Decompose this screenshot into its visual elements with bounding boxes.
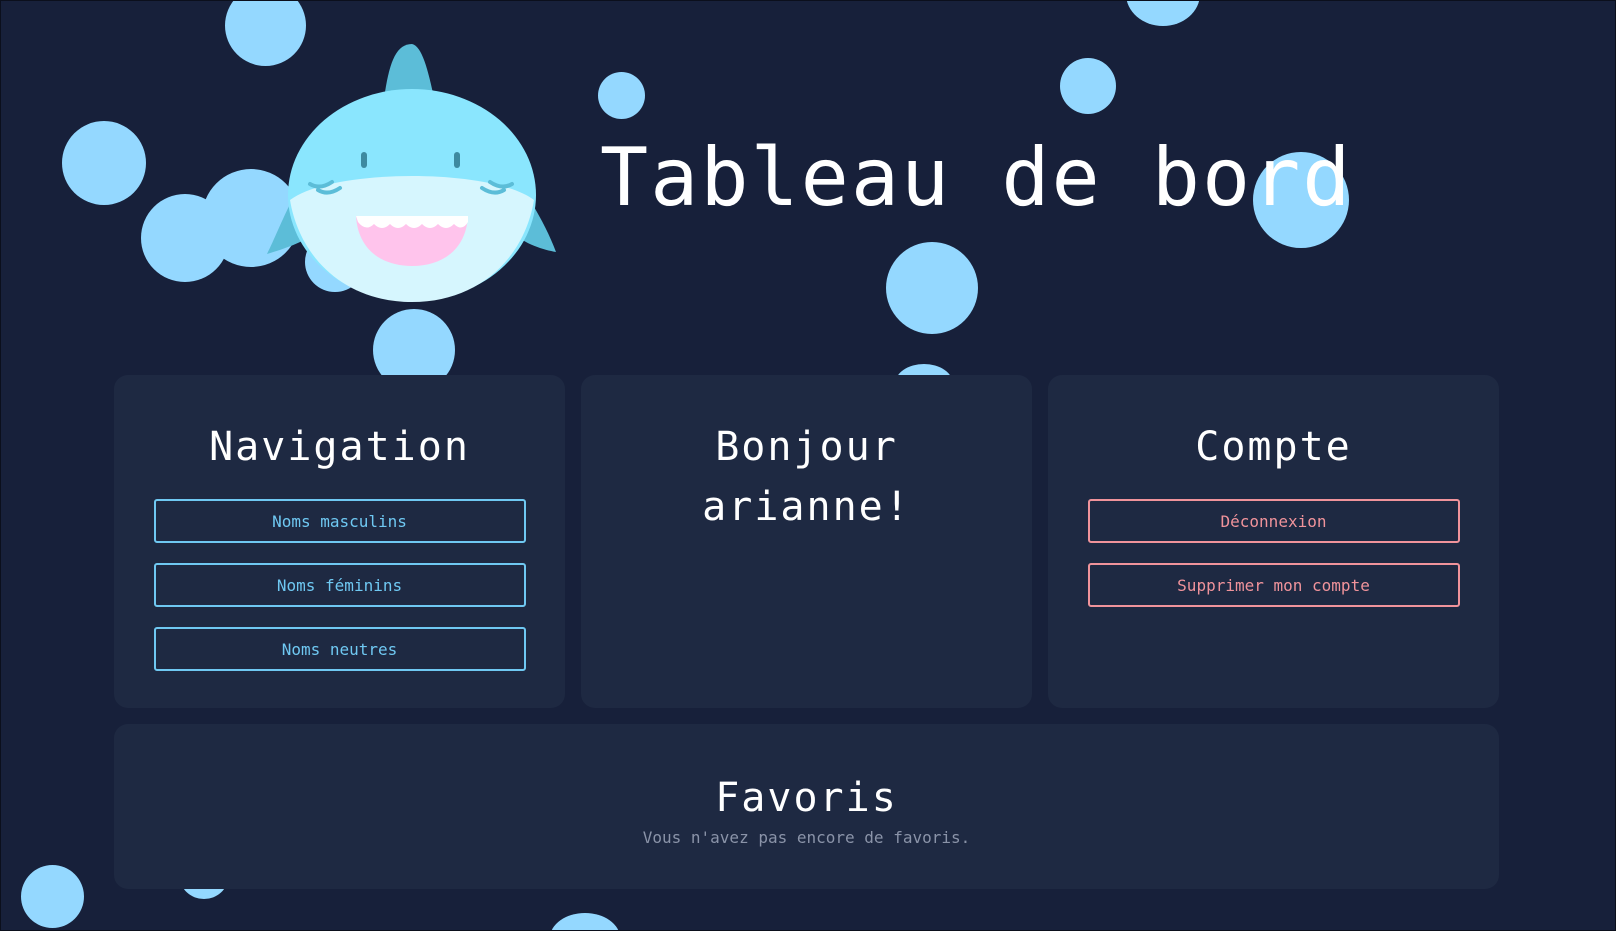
bubble-icon [1126,0,1200,26]
page-title: Tableau de bord [600,131,1353,224]
greeting-username: arianne! [702,484,911,530]
bubble-icon [886,242,978,334]
bubble-icon [21,865,84,928]
favorites-card: Favoris Vous n'avez pas encore de favori… [114,724,1499,889]
favorites-empty-message: Vous n'avez pas encore de favoris. [642,828,971,847]
account-card: Compte Déconnexion Supprimer mon compte [1048,375,1499,708]
account-title: Compte [1195,424,1352,470]
neutral-names-button[interactable]: Noms neutres [153,627,526,671]
logout-button[interactable]: Déconnexion [1087,499,1460,543]
navigation-title: Navigation [209,424,470,470]
delete-account-button[interactable]: Supprimer mon compte [1087,563,1460,607]
bubble-icon [598,72,645,119]
greeting-card: Bonjour arianne! [581,375,1032,708]
favorites-title: Favoris [715,775,898,821]
bubble-icon [141,194,229,282]
bubble-icon [1060,58,1116,114]
bubble-icon [62,121,146,205]
shark-mascot-icon [267,44,556,302]
female-names-button[interactable]: Noms féminins [153,563,526,607]
navigation-card: Navigation Noms masculins Noms féminins … [114,375,565,708]
greeting-line-1: Bonjour [715,424,898,470]
male-names-button[interactable]: Noms masculins [153,499,526,543]
bubble-icon [550,913,620,931]
